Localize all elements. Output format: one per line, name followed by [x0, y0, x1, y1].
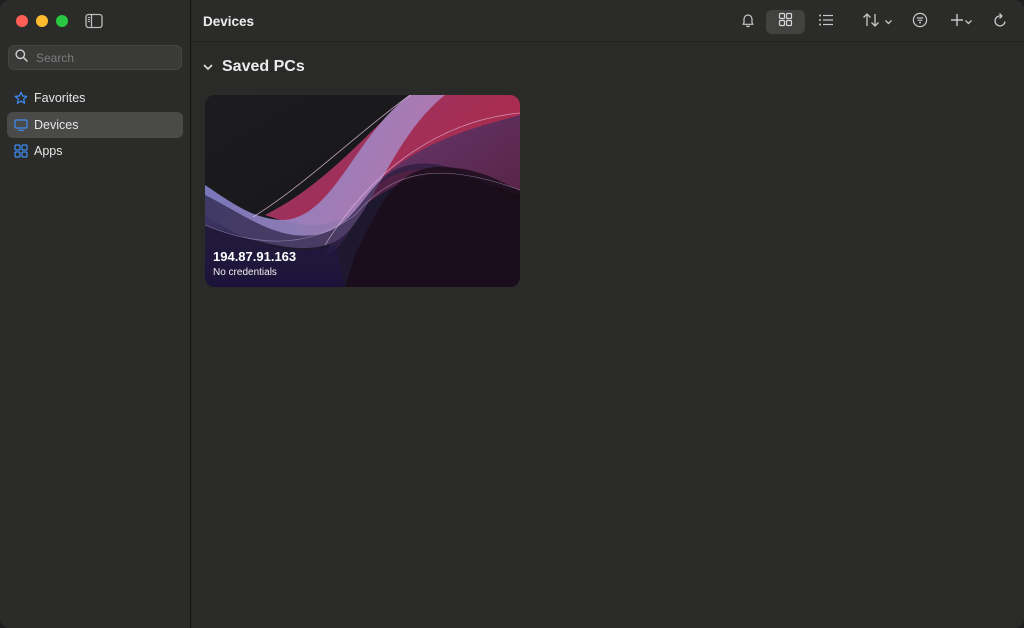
list-view-button[interactable] [812, 10, 840, 34]
add-icon [950, 13, 964, 32]
filter-button[interactable] [908, 10, 932, 34]
close-button[interactable] [16, 15, 28, 27]
list-view-icon [818, 13, 834, 32]
toolbar: Devices [192, 0, 1024, 42]
notifications-button[interactable] [737, 10, 759, 34]
monitor-icon [14, 118, 28, 132]
search-input[interactable] [34, 49, 178, 66]
sidebar-toggle-icon[interactable] [85, 13, 103, 29]
page-title: Devices [203, 14, 255, 29]
search-icon [15, 48, 28, 67]
add-button[interactable] [945, 10, 977, 34]
sidebar-nav: Favorites Devices Apps [7, 85, 183, 165]
section-header-saved-pcs[interactable]: Saved PCs [203, 58, 305, 76]
chevron-down-icon [884, 13, 893, 31]
refresh-icon [993, 12, 1008, 33]
sidebar-item-devices[interactable]: Devices [7, 111, 183, 138]
sidebar: Favorites Devices [0, 0, 191, 628]
device-credentials-status: No credentials [213, 267, 277, 278]
sidebar-item-label: Favorites [34, 91, 86, 105]
grid-view-icon [778, 12, 793, 32]
main-content: Devices Saved PCs 194.87.91.163 No crede… [192, 0, 1024, 628]
sidebar-item-apps[interactable]: Apps [7, 138, 183, 164]
device-card[interactable]: 194.87.91.163 No credentials [205, 95, 520, 287]
search-field[interactable] [8, 45, 182, 70]
grid-view-button[interactable] [766, 10, 805, 34]
apps-grid-icon [14, 144, 28, 158]
chevron-down-icon [203, 63, 213, 71]
sidebar-item-favorites[interactable]: Favorites [7, 85, 183, 111]
window-controls [16, 15, 68, 27]
sort-icon [862, 12, 884, 33]
section-title: Saved PCs [222, 58, 305, 75]
star-icon [14, 91, 28, 105]
sidebar-item-label: Devices [34, 117, 79, 132]
zoom-button[interactable] [56, 15, 68, 27]
sidebar-item-label: Apps [34, 144, 63, 158]
app-window: Favorites Devices [0, 0, 1024, 628]
sort-button[interactable] [857, 10, 897, 34]
filter-icon [912, 12, 928, 33]
refresh-button[interactable] [988, 10, 1012, 34]
device-address: 194.87.91.163 [213, 249, 297, 264]
minimize-button[interactable] [36, 15, 48, 27]
chevron-down-icon [964, 13, 973, 31]
bell-icon [740, 12, 756, 33]
